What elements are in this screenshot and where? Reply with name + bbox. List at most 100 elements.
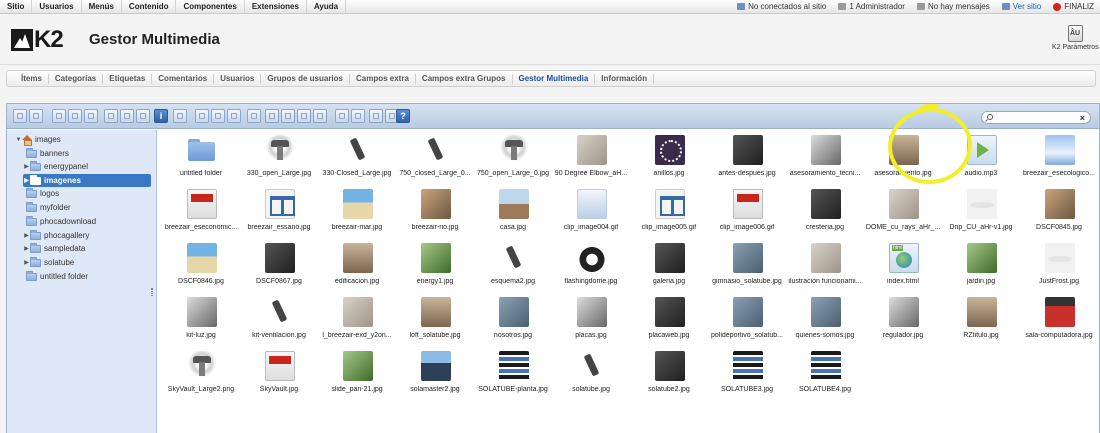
file-item[interactable]: breezair_essano.jpg — [240, 189, 318, 244]
tree-root-images[interactable]: ▼ images — [15, 133, 61, 146]
search-box[interactable]: × — [981, 111, 1091, 124]
copy-button[interactable] — [195, 109, 209, 123]
tab-campos-extra[interactable]: Campos extra — [350, 73, 416, 84]
file-item[interactable]: DSCF0867.jpg — [240, 243, 318, 298]
file-item[interactable]: nosotros.jpg — [474, 297, 552, 352]
select-all-button[interactable] — [369, 109, 383, 123]
file-item[interactable]: galeria.jpg — [630, 243, 708, 298]
rename-button[interactable] — [247, 109, 261, 123]
tree-item-energypanel[interactable]: ▶ energypanel — [23, 160, 88, 173]
file-item[interactable]: SOLATUBE3.jpg — [708, 351, 786, 406]
file-item[interactable]: SkyVault.jpg — [240, 351, 318, 406]
file-item[interactable]: anillos.jpg — [630, 135, 708, 190]
tree-item-logos[interactable]: logos — [26, 187, 59, 200]
save-button[interactable] — [84, 109, 98, 123]
tab-campos-extra-grupos[interactable]: Campos extra Grupos — [416, 73, 513, 84]
file-item[interactable]: SkyVault_Large2.png — [162, 351, 240, 406]
paste-button[interactable] — [227, 109, 241, 123]
file-item[interactable]: flashingdome.jpg — [552, 243, 630, 298]
tree-item-sampledata[interactable]: ▶ sampledata — [23, 242, 85, 255]
tree-item-banners[interactable]: banners — [26, 147, 69, 160]
expand-arrow-icon[interactable]: ▶ — [23, 232, 30, 239]
file-item[interactable]: breezair_esecologico... — [1020, 135, 1098, 190]
file-item[interactable]: kit-ventilacion.jpg — [240, 297, 318, 352]
logout-link[interactable]: FINALIZ — [1047, 0, 1100, 14]
file-item[interactable]: sala-computadora.jpg — [1020, 297, 1098, 352]
file-item[interactable]: clip_image004.gif — [552, 189, 630, 244]
icons-view-button[interactable] — [335, 109, 349, 123]
file-item[interactable]: SOLATUBE-planta.jpg — [474, 351, 552, 406]
expand-arrow-icon[interactable]: ▶ — [23, 245, 30, 252]
file-item[interactable]: DOME_cu_rays_aHr_... — [864, 189, 942, 244]
file-item[interactable]: breezair-rio.jpg — [396, 189, 474, 244]
view-site-link[interactable]: Ver sitio — [996, 0, 1047, 14]
file-item[interactable]: SOLATUBE4.jpg — [786, 351, 864, 406]
panel-resize-handle[interactable] — [151, 288, 153, 296]
download-button[interactable] — [136, 109, 150, 123]
file-item[interactable]: breezair_eseconomic... — [162, 189, 240, 244]
file-item[interactable]: solamaster2.jpg — [396, 351, 474, 406]
file-item[interactable]: 750_closed_Large_0... — [396, 135, 474, 190]
status-messages[interactable]: No hay mensajes — [911, 0, 996, 14]
tree-item-imagenes[interactable]: ▶ imagenes — [23, 174, 151, 187]
menu-componentes[interactable]: Componentes — [176, 0, 245, 13]
info-button[interactable] — [154, 109, 168, 123]
help-button[interactable] — [396, 109, 410, 123]
file-item[interactable]: placaweb.jpg — [630, 297, 708, 352]
file-item[interactable]: casa.jpg — [474, 189, 552, 244]
file-item[interactable]: index.html — [864, 243, 942, 298]
tab-etiquetas[interactable]: Etiquetas — [103, 73, 153, 84]
menu-extensiones[interactable]: Extensiones — [245, 0, 307, 13]
file-item[interactable]: regulador.jpg — [864, 297, 942, 352]
tab-grupos-usuarios[interactable]: Grupos de usuarios — [261, 73, 350, 84]
extract-button[interactable] — [297, 109, 311, 123]
collapse-arrow-icon[interactable]: ▼ — [15, 137, 22, 143]
expand-arrow-icon[interactable]: ▶ — [23, 163, 30, 170]
file-item[interactable]: 90 Degree Elbow_aH... — [552, 135, 630, 190]
expand-arrow-icon[interactable]: ▶ — [23, 259, 30, 266]
cut-button[interactable] — [211, 109, 225, 123]
search-clear-icon[interactable]: × — [1080, 112, 1085, 124]
reload-button[interactable] — [52, 109, 66, 123]
resize-button[interactable] — [281, 109, 295, 123]
file-item[interactable]: clip_image005.gif — [630, 189, 708, 244]
tree-item-phocadownload[interactable]: phocadownload — [26, 215, 96, 228]
file-item[interactable]: breezair-mar.jpg — [318, 189, 396, 244]
tree-item-untitled-folder[interactable]: untitled folder — [26, 270, 88, 283]
file-item[interactable]: energy1.jpg — [396, 243, 474, 298]
file-item[interactable]: DSCF0846.jpg — [162, 243, 240, 298]
file-item[interactable]: esquema2.jpg — [474, 243, 552, 298]
list-view-button[interactable] — [351, 109, 365, 123]
menu-ayuda[interactable]: Ayuda — [307, 0, 347, 13]
folder-item[interactable]: untitled folder — [162, 135, 240, 190]
file-item[interactable]: DSCF0845.jpg — [1020, 189, 1098, 244]
file-item[interactable]: kit-luz.jpg — [162, 297, 240, 352]
file-item[interactable]: jardin.jpg — [942, 243, 1020, 298]
file-item[interactable]: solatube2.jpg — [630, 351, 708, 406]
tab-categorias[interactable]: Categorías — [49, 73, 104, 84]
new-folder-button[interactable] — [104, 109, 118, 123]
home-button[interactable] — [68, 109, 82, 123]
file-item[interactable]: edificacion.jpg — [318, 243, 396, 298]
upload-button[interactable] — [120, 109, 134, 123]
file-item[interactable]: polideportivo_solatub... — [708, 297, 786, 352]
file-item[interactable]: loft_solatube.jpg — [396, 297, 474, 352]
file-item[interactable]: asesoramiento_tecni... — [786, 135, 864, 190]
file-item[interactable]: placas.jpg — [552, 297, 630, 352]
file-item[interactable]: solatube.jpg — [552, 351, 630, 406]
tab-usuarios[interactable]: Usuarios — [214, 73, 262, 84]
file-item[interactable]: JustFrost.jpg — [1020, 243, 1098, 298]
tree-item-phocagallery[interactable]: ▶ phocagallery — [23, 229, 89, 242]
menu-sitio[interactable]: Sitio — [0, 0, 33, 13]
back-button[interactable] — [13, 109, 27, 123]
tab-comentarios[interactable]: Comentarios — [152, 73, 215, 84]
file-item[interactable]: quienes-somos.jpg — [786, 297, 864, 352]
archive-button[interactable] — [313, 109, 327, 123]
file-item[interactable]: RZtitulo.jpg — [942, 297, 1020, 352]
file-item[interactable]: clip_image006.gif — [708, 189, 786, 244]
file-item[interactable]: antes-despues.jpg — [708, 135, 786, 190]
file-item[interactable]: l_breezair-exd_y2on... — [318, 297, 396, 352]
expand-arrow-icon[interactable]: ▶ — [23, 177, 30, 184]
tab-gestor-multimedia[interactable]: Gestor Multimedia — [513, 73, 596, 84]
tab-items[interactable]: Ítems — [15, 73, 49, 84]
